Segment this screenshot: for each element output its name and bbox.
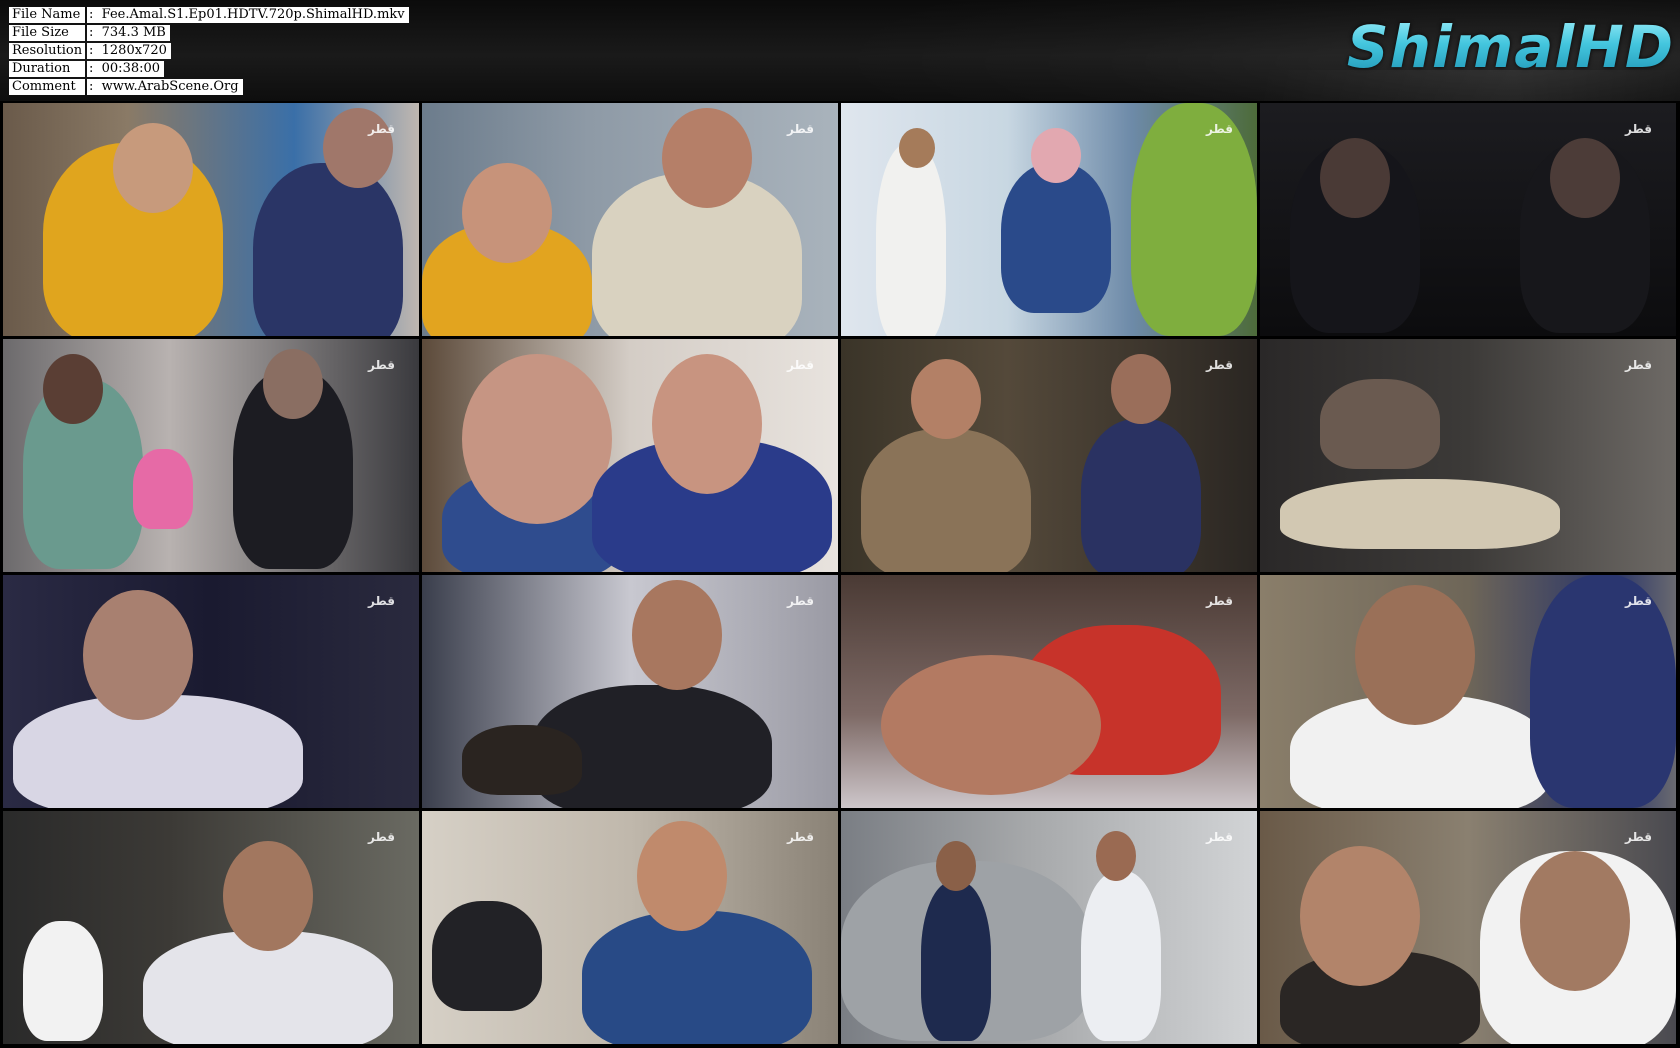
channel-watermark: قطر (367, 594, 395, 608)
figure-head (911, 359, 981, 439)
figure-body (1131, 103, 1257, 336)
figure-body (1530, 575, 1676, 808)
header-bar: File Name : Fee.Amal.S1.Ep01.HDTV.720p.S… (0, 0, 1680, 101)
figure-body (133, 449, 193, 529)
info-value: : 734.3 MB (87, 25, 170, 41)
channel-watermark: قطر (1205, 122, 1233, 136)
channel-watermark: قطر (367, 830, 395, 844)
figure-body (861, 429, 1031, 572)
channel-watermark: قطر (786, 358, 814, 372)
channel-watermark: قطر (786, 122, 814, 136)
thumbnail-woman-sleeping: قطر (841, 575, 1257, 808)
figure-head (899, 128, 935, 168)
info-label: File Name (9, 7, 85, 23)
thumbnail-two-men-by-car: قطر (841, 811, 1257, 1044)
thumbnail-woman-striped-shirt-kitchen: قطر (3, 811, 419, 1044)
figure-body (23, 921, 103, 1041)
figure-head (223, 841, 313, 951)
figure-head (632, 580, 722, 690)
figure-head (462, 354, 612, 524)
info-row-resolution: Resolution : 1280x720 (9, 43, 409, 59)
thumbnail-bald-man-night: قطر (3, 575, 419, 808)
thumbnail-bedroom-two-women: قطر (3, 339, 419, 572)
thumbnail-grid: قطر قطر قطر قطر قطر قطر قطر قطر قطر قطر قطر قطر قطر ق… (3, 103, 1677, 1044)
figure-head (462, 163, 552, 263)
thumbnail-two-women-close-up: قطر (422, 339, 838, 572)
figure-head (662, 108, 752, 208)
thumbnail-woman-office-desk: قطر (422, 811, 838, 1044)
file-info-panel: File Name : Fee.Amal.S1.Ep01.HDTV.720p.S… (9, 7, 409, 95)
channel-watermark: قطر (1205, 594, 1233, 608)
channel-watermark: قطر (1624, 358, 1652, 372)
figure-head (1550, 138, 1620, 218)
figure-body (921, 881, 991, 1041)
figure-body (432, 901, 542, 1011)
figure-body (876, 143, 946, 336)
figure-head (1096, 831, 1136, 881)
thumbnail-woman-and-man-close-up: قطر (1260, 811, 1676, 1044)
figure-head (1031, 128, 1081, 183)
thumbnail-elderly-man-chair: قطر (1260, 575, 1676, 808)
info-label: Resolution (9, 43, 85, 59)
thumbnail-young-man-writing: قطر (422, 575, 838, 808)
info-row-duration: Duration : 00:38:00 (9, 61, 409, 77)
channel-watermark: قطر (1624, 830, 1652, 844)
channel-watermark: قطر (1624, 122, 1652, 136)
figure-body (253, 163, 403, 336)
channel-watermark: قطر (1624, 594, 1652, 608)
figure-body (1001, 163, 1111, 313)
info-label: Comment (9, 79, 85, 95)
figure-body (1081, 419, 1201, 572)
figure-body (1081, 871, 1161, 1041)
info-value: : www.ArabScene.Org (87, 79, 243, 95)
thumbnail-supermarket-aisle: قطر (841, 103, 1257, 336)
info-label: Duration (9, 61, 85, 77)
thumbnail-two-women-talking-sofa: قطر (422, 103, 838, 336)
figure-head (936, 841, 976, 891)
figure-head (263, 349, 323, 419)
channel-watermark: قطر (1205, 358, 1233, 372)
figure-head (881, 655, 1101, 795)
channel-watermark: قطر (1205, 830, 1233, 844)
channel-watermark: قطر (786, 830, 814, 844)
info-label: File Size (9, 25, 85, 41)
thumbnail-hand-writing-notebook: قطر (1260, 339, 1676, 572)
figure-body (582, 911, 812, 1044)
channel-watermark: قطر (786, 594, 814, 608)
info-value: : Fee.Amal.S1.Ep01.HDTV.720p.ShimalHD.mk… (87, 7, 409, 23)
info-value: : 1280x720 (87, 43, 171, 59)
figure-head (1520, 851, 1630, 991)
figure-head (1355, 585, 1475, 725)
figure-head (43, 354, 103, 424)
thumbnail-car-interior-night: قطر (1260, 103, 1676, 336)
figure-head (652, 354, 762, 494)
figure-body (1320, 379, 1440, 469)
thumbnail-two-women-hallway: قطر (841, 339, 1257, 572)
figure-head (113, 123, 193, 213)
figure-head (1300, 846, 1420, 986)
figure-body (1280, 479, 1560, 549)
channel-watermark: قطر (367, 122, 395, 136)
figure-body (462, 725, 582, 795)
figure-head (83, 590, 193, 720)
info-row-file-size: File Size : 734.3 MB (9, 25, 409, 41)
info-row-comment: Comment : www.ArabScene.Org (9, 79, 409, 95)
figure-head (1111, 354, 1171, 424)
info-row-file-name: File Name : Fee.Amal.S1.Ep01.HDTV.720p.S… (9, 7, 409, 23)
figure-head (323, 108, 393, 188)
info-value: : 00:38:00 (87, 61, 165, 77)
figure-head (637, 821, 727, 931)
figure-head (1320, 138, 1390, 218)
shimalhd-logo: ShimalHD (1346, 13, 1674, 81)
channel-watermark: قطر (367, 358, 395, 372)
thumbnail-woman-yellow-dress-reading: قطر (3, 103, 419, 336)
